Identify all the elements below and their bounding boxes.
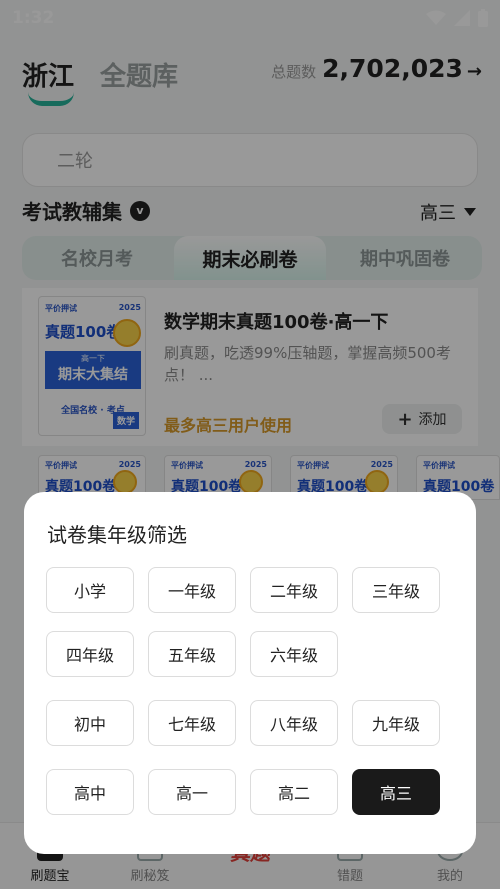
grade-chip-middle-school[interactable]: 初中 bbox=[46, 700, 134, 746]
grade-chip-senior3[interactable]: 高三 bbox=[352, 769, 440, 815]
grade-chip-grade2[interactable]: 二年级 bbox=[250, 567, 338, 613]
grade-chip-grade9[interactable]: 九年级 bbox=[352, 700, 440, 746]
grade-chip-grade7[interactable]: 七年级 bbox=[148, 700, 236, 746]
grade-chip-senior2[interactable]: 高二 bbox=[250, 769, 338, 815]
grade-chip-grade3[interactable]: 三年级 bbox=[352, 567, 440, 613]
grade-chip-senior1[interactable]: 高一 bbox=[148, 769, 236, 815]
grade-filter-dialog: 试卷集年级筛选 小学 一年级 二年级 三年级 四年级 五年级 六年级 初中 七年… bbox=[24, 492, 476, 854]
grade-chip-grade4[interactable]: 四年级 bbox=[46, 631, 134, 677]
grade-chip-high-school[interactable]: 高中 bbox=[46, 769, 134, 815]
grade-chip-primary[interactable]: 小学 bbox=[46, 567, 134, 613]
dialog-title: 试卷集年级筛选 bbox=[47, 523, 187, 547]
grade-chip-grade5[interactable]: 五年级 bbox=[148, 631, 236, 677]
grade-chip-grade1[interactable]: 一年级 bbox=[148, 567, 236, 613]
grade-chip-grade8[interactable]: 八年级 bbox=[250, 700, 338, 746]
grade-chip-grade6[interactable]: 六年级 bbox=[250, 631, 338, 677]
